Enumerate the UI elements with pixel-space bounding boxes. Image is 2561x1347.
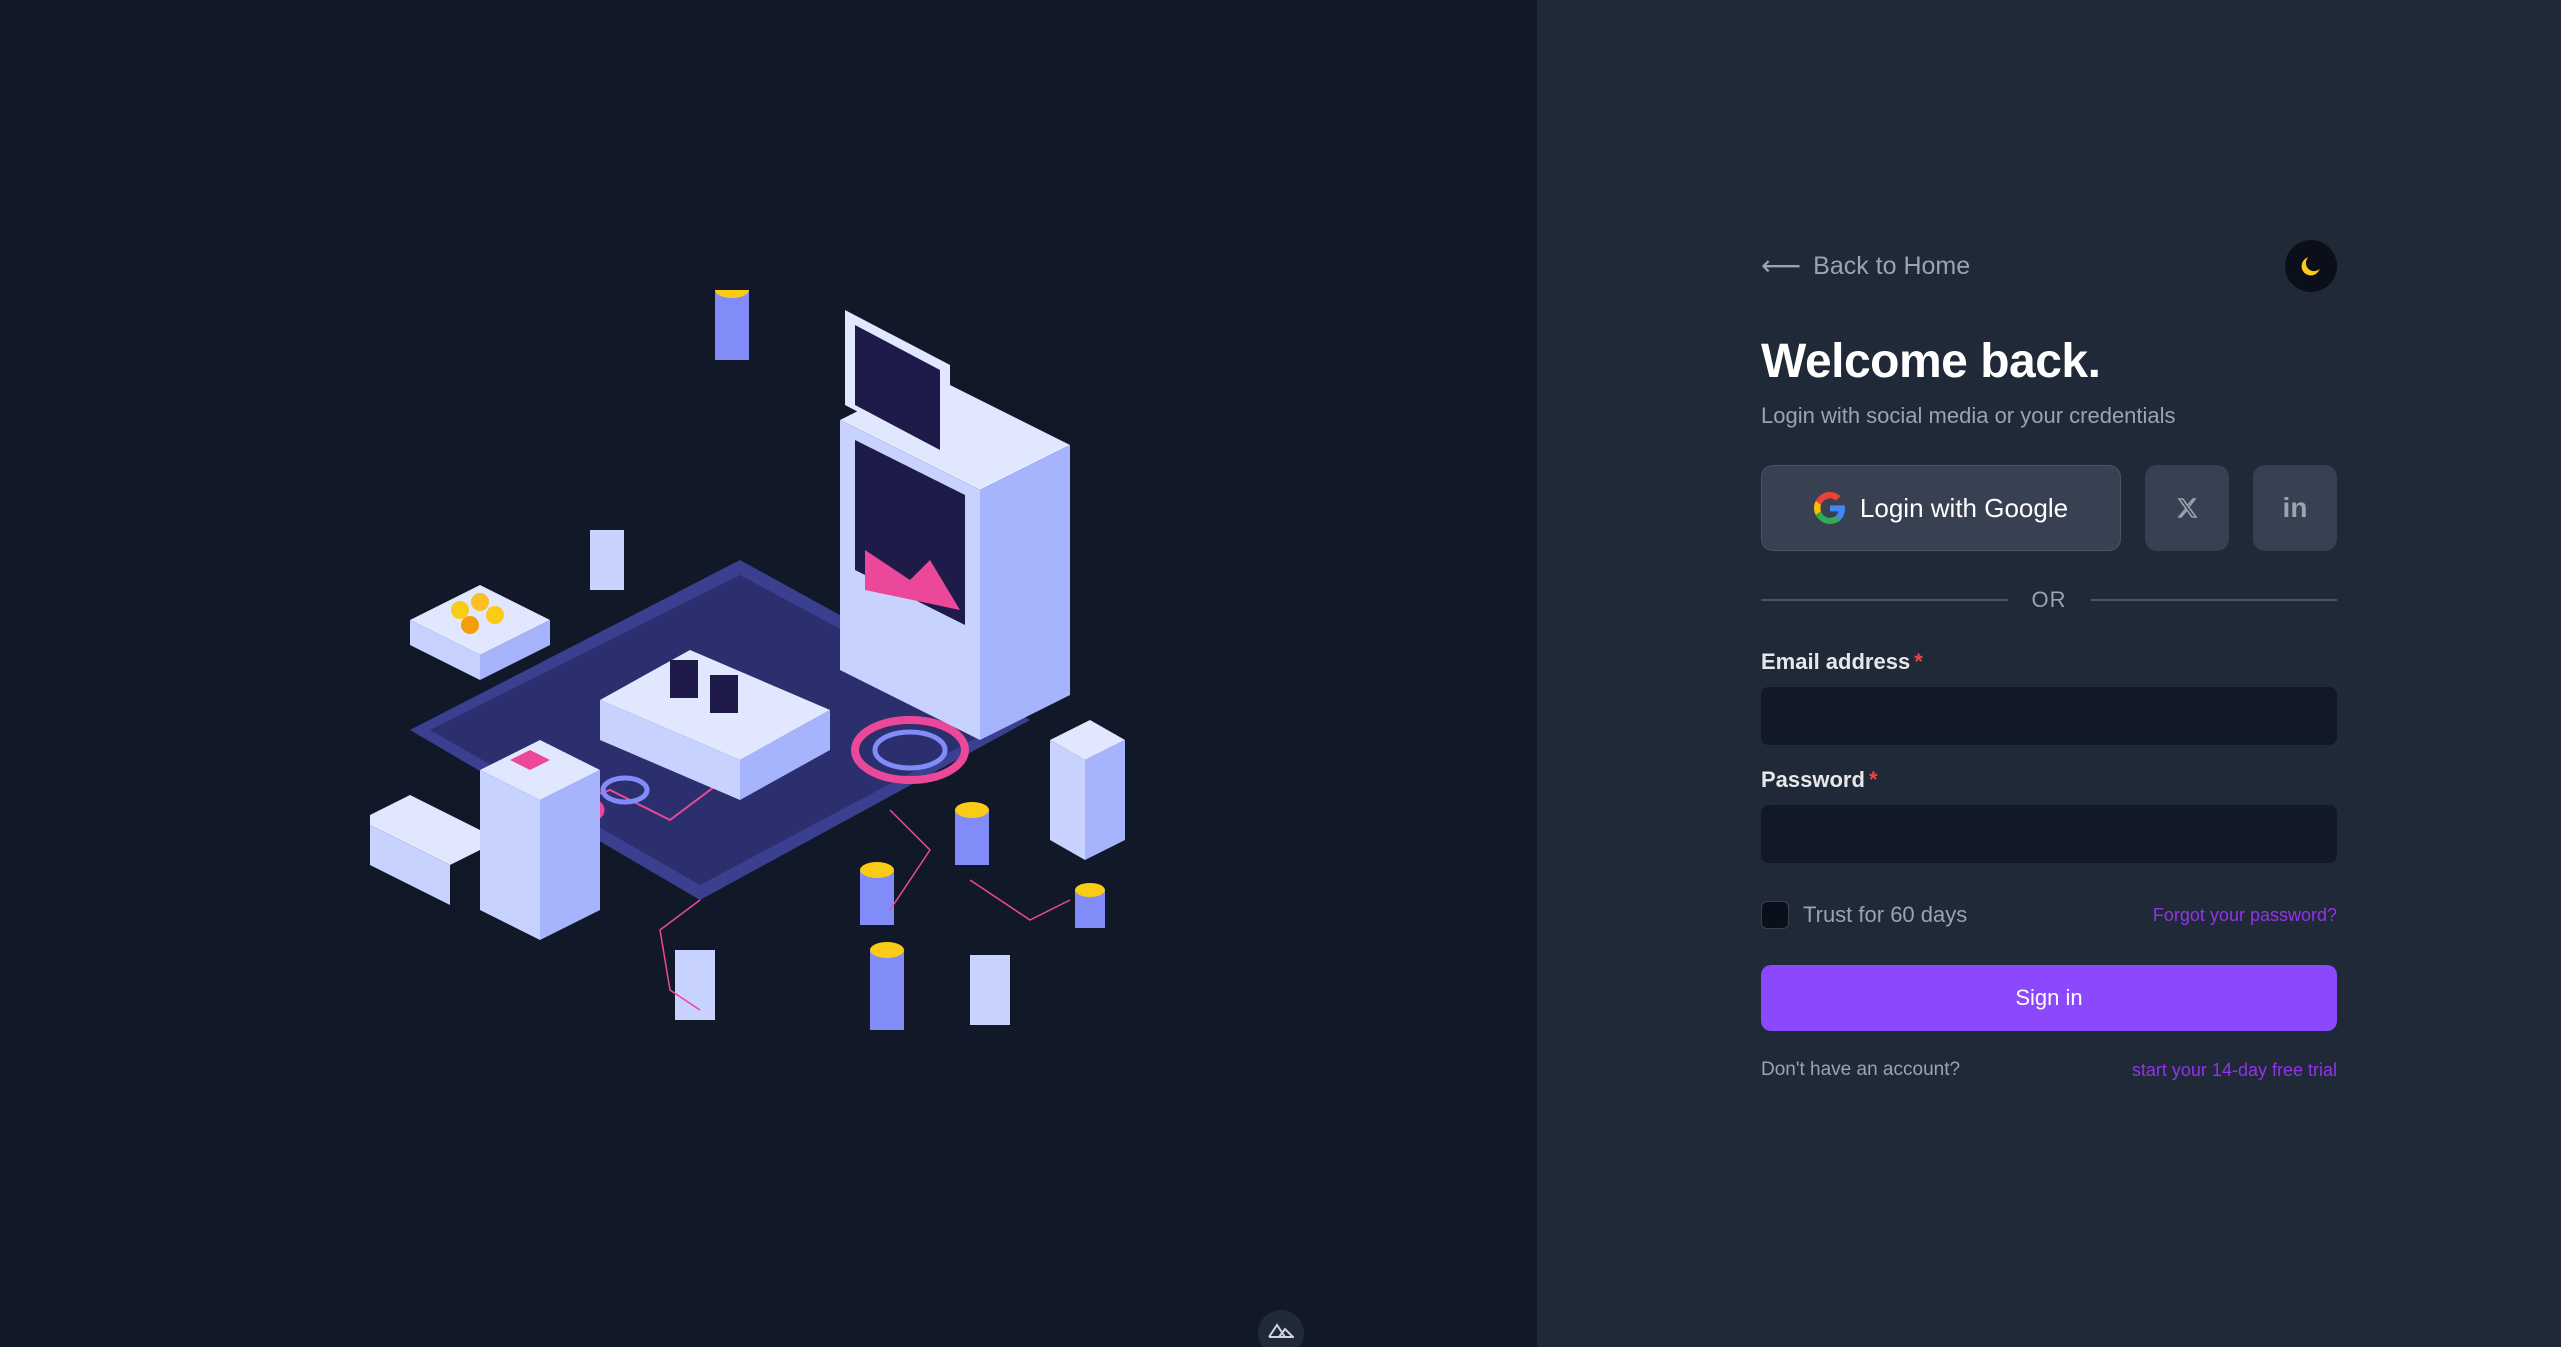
required-mark: * xyxy=(1868,767,1878,792)
no-account-text: Don't have an account? xyxy=(1761,1059,1961,1080)
email-field-group: Email address * xyxy=(1761,649,2337,745)
signup-row: Don't have an account? start your 14-day… xyxy=(1761,1059,2337,1081)
linkedin-icon: in xyxy=(2282,492,2308,523)
password-field-group: Password * xyxy=(1761,767,2337,863)
divider-label: OR xyxy=(2031,587,2067,612)
login-google-label: Login with Google xyxy=(1859,492,2069,523)
brand-logo xyxy=(1258,1310,1304,1347)
back-to-home-label: Back to Home xyxy=(1813,251,1971,280)
sign-in-button[interactable]: Sign in xyxy=(1761,965,2337,1031)
login-linkedin-button[interactable]: in xyxy=(2253,465,2337,551)
isometric-illustration xyxy=(370,290,1125,1030)
forgot-password-link[interactable]: Forgot your password? xyxy=(2153,905,2337,926)
divider-line-right xyxy=(2090,599,2337,601)
x-icon xyxy=(2177,498,2198,518)
page-title: Welcome back. xyxy=(1761,335,2101,388)
divider-line-left xyxy=(1761,599,2008,601)
email-label-text: Email address xyxy=(1761,649,1911,674)
password-label-text: Password xyxy=(1761,767,1865,792)
trust-label: Trust for 60 days xyxy=(1803,902,1968,927)
mountain-logo-icon xyxy=(1268,1323,1294,1338)
login-panel: ⟵ Back to Home Welcome back. Login with … xyxy=(1761,240,2337,1081)
login-google-button[interactable]: Login with Google xyxy=(1761,465,2121,551)
free-trial-link[interactable]: start your 14-day free trial xyxy=(2132,1060,2337,1081)
social-login-row: Login with Google in xyxy=(1761,465,2337,551)
google-icon xyxy=(1813,492,1845,524)
page-subtitle: Login with social media or your credenti… xyxy=(1761,403,2176,428)
moon-icon xyxy=(2301,257,2320,276)
email-input[interactable] xyxy=(1761,687,2337,745)
illustration-pane xyxy=(0,0,1537,1347)
trust-checkbox[interactable] xyxy=(1761,901,1789,929)
password-input[interactable] xyxy=(1761,805,2337,863)
login-x-button[interactable] xyxy=(2145,465,2229,551)
back-to-home-link[interactable]: ⟵ Back to Home xyxy=(1761,252,1970,281)
password-label: Password * xyxy=(1761,767,2337,793)
theme-toggle-button[interactable] xyxy=(2285,240,2337,292)
options-row: Trust for 60 days Forgot your password? xyxy=(1761,901,2337,929)
required-mark: * xyxy=(1914,649,1923,674)
top-bar: ⟵ Back to Home xyxy=(1761,240,2337,292)
arrow-left-icon: ⟵ xyxy=(1761,250,1802,281)
email-label: Email address * xyxy=(1761,649,2337,675)
trust-device-option[interactable]: Trust for 60 days xyxy=(1761,901,1967,929)
login-pane: ⟵ Back to Home Welcome back. Login with … xyxy=(1537,0,2561,1347)
or-divider: OR xyxy=(1761,587,2337,613)
